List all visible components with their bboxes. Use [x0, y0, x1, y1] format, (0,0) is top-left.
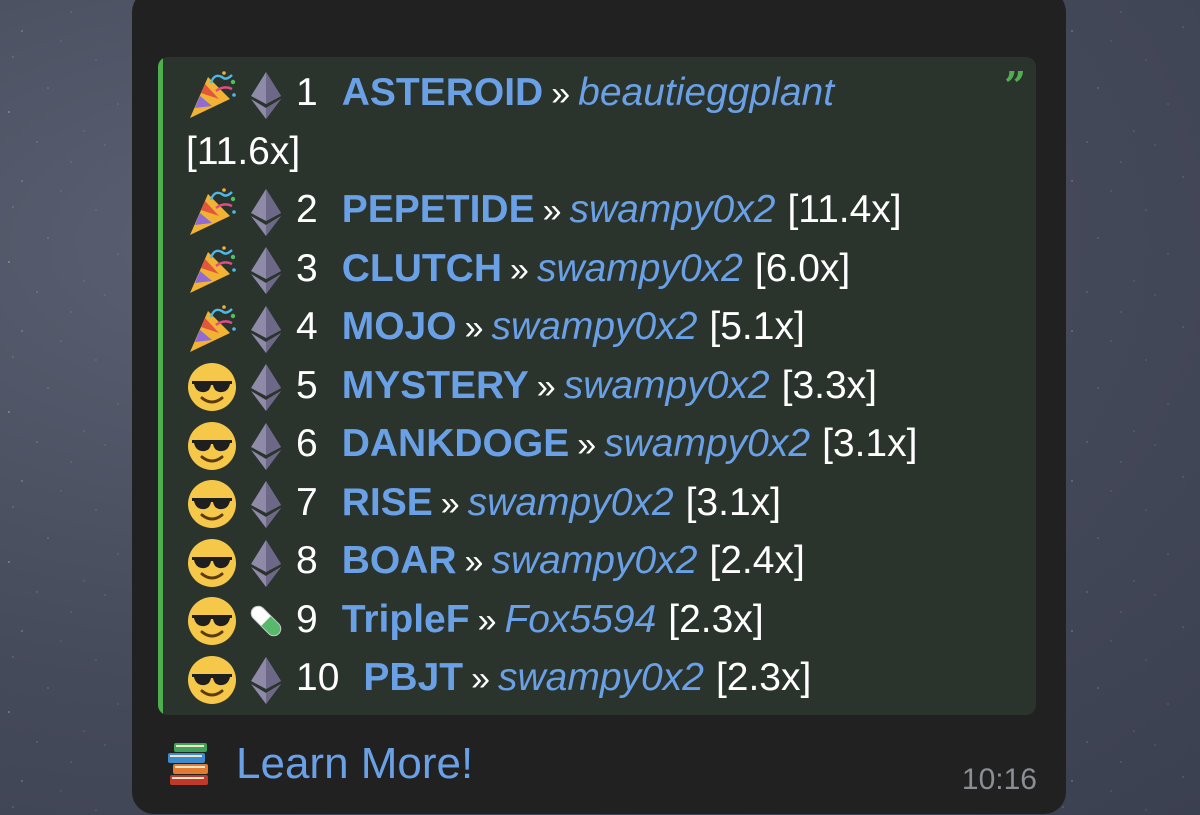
- multiplier: [5.1x]: [709, 305, 805, 348]
- rank-number: 10: [296, 656, 340, 699]
- token-link[interactable]: DANKDOGE: [342, 422, 570, 465]
- multiplier: [11.4x]: [787, 188, 902, 231]
- token-link[interactable]: ASTEROID: [342, 71, 544, 114]
- separator: »: [464, 309, 484, 347]
- user-link[interactable]: swampy0x2: [491, 539, 697, 582]
- rank-number: 6: [296, 422, 318, 465]
- token-link[interactable]: PBJT: [363, 656, 463, 699]
- ethereum-icon: [248, 244, 284, 296]
- token-link[interactable]: MYSTERY: [342, 364, 529, 407]
- leaderboard-row: 4 MOJO» swampy0x2 [5.1x]: [186, 298, 996, 357]
- multiplier: [6.0x]: [754, 246, 851, 290]
- rank-number: 2: [296, 188, 318, 231]
- leaderboard-row: 6 DANKDOGE» swampy0x2 [3.1x]: [186, 415, 996, 474]
- token-link[interactable]: CLUTCH: [342, 247, 502, 290]
- leaderboard-row: 1 ASTEROID» beautieggplant [11.6x]: [186, 64, 996, 181]
- multiplier: [3.1x]: [685, 480, 781, 524]
- party-popper-icon: [186, 186, 238, 238]
- leaderboard-row: 10 PBJT» swampy0x2 [2.3x]: [186, 649, 996, 708]
- party-popper-icon: [186, 244, 238, 296]
- user-link[interactable]: beautieggplant: [578, 71, 834, 114]
- leaderboard-row: 7 RISE» swampy0x2 [3.1x]: [186, 474, 996, 533]
- rank-number: 8: [296, 539, 318, 582]
- user-link[interactable]: swampy0x2: [604, 422, 810, 465]
- multiplier: [2.4x]: [709, 539, 805, 582]
- rank-number: 1: [296, 71, 318, 114]
- books-icon: [164, 739, 214, 789]
- ethereum-icon: [248, 478, 284, 530]
- sunglasses-face-icon: [186, 420, 238, 472]
- token-link[interactable]: TripleF: [342, 598, 470, 641]
- multiplier: [3.1x]: [822, 422, 918, 465]
- separator: »: [477, 601, 497, 640]
- separator: »: [471, 660, 491, 698]
- leaderboard-row: 9 TripleF» Fox5594 [2.3x]: [186, 591, 996, 650]
- party-popper-icon: [186, 303, 238, 355]
- learn-more-link[interactable]: Learn More!: [236, 739, 473, 788]
- user-link[interactable]: swampy0x2: [564, 364, 770, 407]
- party-popper-icon: [186, 69, 238, 121]
- sunglasses-face-icon: [186, 595, 238, 647]
- quote-accent-bar: [158, 57, 163, 715]
- separator: »: [536, 367, 556, 406]
- separator: »: [440, 484, 460, 523]
- user-link[interactable]: Fox5594: [504, 598, 656, 641]
- leaderboard-row: 5 MYSTERY» swampy0x2 [3.3x]: [186, 357, 996, 416]
- sunglasses-face-icon: [186, 654, 238, 706]
- ethereum-icon: [248, 303, 284, 355]
- multiplier: [2.3x]: [715, 656, 812, 699]
- ethereum-icon: [248, 420, 284, 472]
- leaderboard-row: 3 CLUTCH» swampy0x2 [6.0x]: [186, 240, 996, 299]
- leaderboard-list: 1 ASTEROID» beautieggplant [11.6x] 2 PEPETI…: [186, 64, 996, 708]
- learn-more-row: Learn More!: [164, 734, 473, 794]
- rank-number: 7: [296, 480, 318, 524]
- rank-number: 3: [296, 246, 318, 290]
- multiplier: [2.3x]: [668, 597, 764, 641]
- ethereum-icon: [248, 186, 284, 238]
- user-link[interactable]: swampy0x2: [498, 656, 704, 699]
- multiplier: [3.3x]: [781, 363, 878, 407]
- ethereum-icon: [248, 69, 284, 121]
- sunglasses-face-icon: [186, 537, 238, 589]
- token-link[interactable]: PEPETIDE: [342, 188, 535, 231]
- token-link[interactable]: RISE: [342, 481, 433, 524]
- ethereum-icon: [248, 654, 284, 706]
- separator: »: [542, 192, 562, 230]
- separator: »: [464, 543, 484, 581]
- user-link[interactable]: swampy0x2: [570, 188, 776, 231]
- ethereum-icon: [248, 361, 284, 413]
- pill-icon: [248, 595, 284, 647]
- quote-icon: ”: [1004, 63, 1026, 108]
- sunglasses-face-icon: [186, 478, 238, 530]
- user-link[interactable]: swampy0x2: [537, 247, 743, 290]
- leaderboard-row: 8 BOAR» swampy0x2 [2.4x]: [186, 532, 996, 591]
- user-link[interactable]: swampy0x2: [491, 305, 697, 348]
- user-link[interactable]: swampy0x2: [468, 481, 674, 524]
- message-timestamp: 10:16: [961, 763, 1037, 796]
- separator: »: [551, 75, 571, 113]
- rank-number: 5: [296, 363, 318, 407]
- ethereum-icon: [248, 537, 284, 589]
- separator: »: [510, 250, 529, 289]
- multiplier: [11.6x]: [186, 129, 301, 173]
- sunglasses-face-icon: [186, 361, 238, 413]
- rank-number: 4: [296, 305, 318, 348]
- quoted-leaderboard: ” 1 ASTEROID» beautieggplant [11.6x] 2 PEPE…: [158, 57, 1036, 715]
- token-link[interactable]: BOAR: [342, 539, 457, 582]
- leaderboard-row: 2 PEPETIDE» swampy0x2 [11.4x]: [186, 181, 996, 240]
- token-link[interactable]: MOJO: [342, 305, 457, 348]
- rank-number: 9: [296, 597, 318, 641]
- separator: »: [577, 426, 597, 464]
